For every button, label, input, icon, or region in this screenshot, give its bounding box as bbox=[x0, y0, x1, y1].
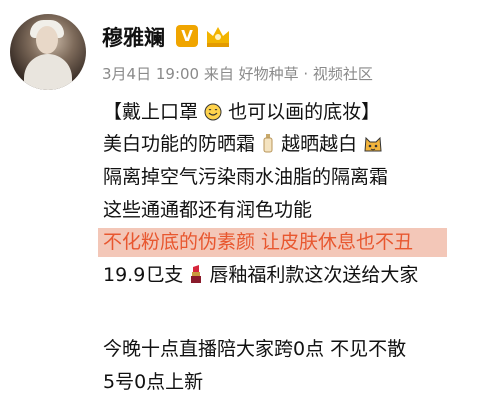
post-line-1: 【戴上口罩 也可以画的底妆】 bbox=[103, 97, 380, 124]
verified-badge-icon: V bbox=[176, 25, 198, 47]
post-meta: 3月4日 19:00 来自 好物种草 · 视频社区 bbox=[102, 65, 373, 83]
post-line-3: 隔离掉空气污染雨水油脂的隔离霜 bbox=[103, 166, 389, 188]
post-line-5-highlight: 不化粉底的伪素颜 让皮肤休息也不丑 bbox=[103, 231, 414, 253]
avatar[interactable] bbox=[10, 14, 86, 90]
username[interactable]: 穆雅斓 bbox=[102, 22, 165, 52]
bottle-icon bbox=[263, 134, 273, 153]
avatar-body bbox=[24, 54, 72, 90]
post-line-1-part-2: 也可以画的底妆】 bbox=[228, 101, 381, 123]
post-line-6-price: 19.9㔾支 bbox=[103, 264, 184, 286]
crown-icon bbox=[207, 27, 229, 47]
post-line-4: 这些通通都还有润色功能 bbox=[103, 199, 313, 221]
post-line-2-part-1: 美白功能的防晒霜 bbox=[103, 133, 256, 155]
avatar-face bbox=[36, 26, 58, 54]
smile-icon bbox=[204, 103, 222, 121]
lipstick-icon bbox=[191, 265, 202, 283]
cat-icon bbox=[364, 136, 382, 152]
post-line-6-text: 唇釉福利款这次送给大家 bbox=[209, 264, 419, 286]
post-line-2: 美白功能的防晒霜 越晒越白 bbox=[103, 129, 383, 156]
post-line-2-part-2: 越晒越白 bbox=[281, 133, 358, 155]
post-line-1-part-1: 【戴上口罩 bbox=[103, 101, 199, 123]
post-line-8: 5号0点上新 bbox=[103, 371, 204, 393]
post-line-6: 19.9㔾支 唇釉福利款这次送给大家 bbox=[103, 260, 418, 287]
post-line-7: 今晚十点直播陪大家跨0点 不见不散 bbox=[103, 338, 407, 360]
